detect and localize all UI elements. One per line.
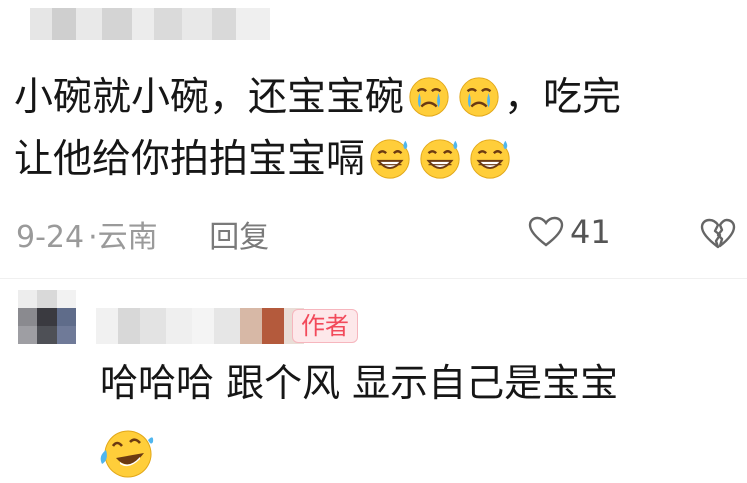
comment-meta: 9-24 ·云南 回复 — [16, 212, 269, 256]
crying-face-icon — [459, 77, 499, 117]
grin-sweat-icon — [470, 139, 510, 179]
comment-body-line1: 小碗就小碗，还宝宝碗 ，吃完 — [14, 66, 621, 130]
reply-text: 哈哈哈 跟个风 显示自己是宝宝 — [100, 361, 619, 405]
dislike-button[interactable] — [700, 218, 736, 254]
reply-body: 哈哈哈 跟个风 显示自己是宝宝 — [100, 354, 618, 412]
crying-face-icon — [409, 77, 449, 117]
grin-sweat-icon — [370, 139, 410, 179]
grin-sweat-icon — [420, 139, 460, 179]
like-button[interactable]: 41 — [528, 213, 611, 251]
like-count: 41 — [570, 213, 611, 251]
author-name-blurred[interactable] — [96, 308, 304, 344]
reply-button[interactable]: 回复 — [209, 220, 269, 255]
author-badge: 作者 — [292, 309, 358, 343]
meta-separator: · — [88, 220, 98, 255]
broken-heart-icon — [700, 218, 736, 249]
comment-text-part: ，吃完 — [504, 75, 622, 120]
avatar[interactable] — [18, 290, 76, 344]
divider — [0, 278, 747, 279]
comment-body-line2: 让他给你拍拍宝宝嗝 — [14, 128, 515, 192]
laughing-tears-icon — [100, 430, 154, 478]
comment-text-part: 小碗就小碗，还宝宝碗 — [14, 75, 405, 120]
comment-location: 云南 — [97, 220, 158, 255]
comment-date: 9-24 — [16, 220, 85, 255]
commenter-name-blurred[interactable] — [30, 8, 270, 40]
heart-icon — [528, 216, 564, 247]
comment-text-part: 让他给你拍拍宝宝嗝 — [14, 137, 366, 182]
